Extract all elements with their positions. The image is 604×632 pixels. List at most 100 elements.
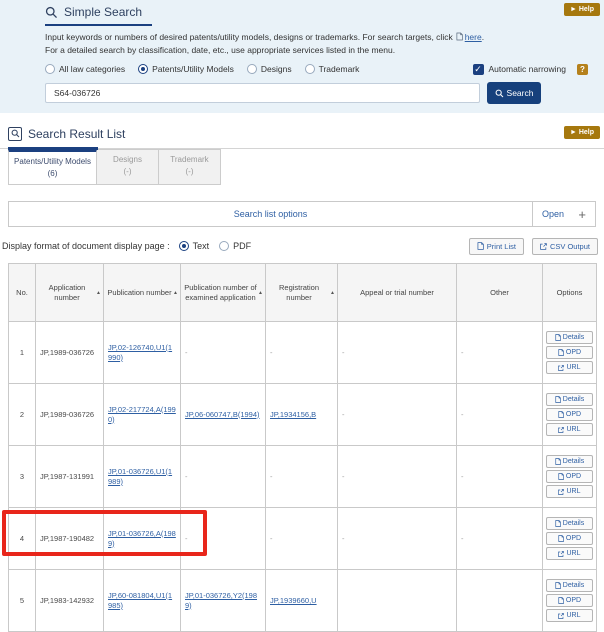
search-input[interactable] <box>45 83 480 103</box>
here-link[interactable]: here <box>465 32 482 42</box>
details-button[interactable]: Details <box>546 393 593 406</box>
cell-application-number: JP,1983-142932 <box>36 570 104 632</box>
cell-other: - <box>457 384 543 446</box>
plus-icon: + <box>578 208 586 221</box>
opd-button[interactable]: OPD <box>546 346 593 359</box>
cell-appeal-or-trial-number: - <box>338 384 457 446</box>
cell-options: Details OPD URL <box>543 322 597 384</box>
cell-publication-number: JP,02-126740,U1(1990) <box>104 322 181 384</box>
sort-icon[interactable]: ▲ <box>258 288 263 298</box>
external-link-icon <box>558 551 564 557</box>
header-other: Other <box>457 264 543 322</box>
export-icon <box>540 243 547 250</box>
header-registration-number: Registration number▲ <box>266 264 338 322</box>
radio-patents-utility-models[interactable]: Patents/Utility Models <box>138 64 234 74</box>
radio-circle-icon-selected <box>179 241 189 251</box>
registration-number-link[interactable]: JP,1939660,U <box>270 596 317 605</box>
title-underline <box>8 147 98 150</box>
simple-search-title-text: Simple Search <box>64 5 142 19</box>
document-icon <box>555 582 561 589</box>
result-table: No. Application number▲ Publication numb… <box>8 263 597 632</box>
sort-icon[interactable]: ▲ <box>173 288 178 298</box>
cell-no: 4 <box>9 508 36 570</box>
tab-designs[interactable]: Designs (-) <box>97 149 159 185</box>
header-appeal-or-trial-number: Appeal or trial number <box>338 264 457 322</box>
details-button[interactable]: Details <box>546 517 593 530</box>
tab-patents-utility-models[interactable]: Patents/Utility Models (6) <box>8 149 97 185</box>
radio-trademark[interactable]: Trademark <box>305 64 360 74</box>
opd-button[interactable]: OPD <box>546 408 593 421</box>
radio-designs[interactable]: Designs <box>247 64 292 74</box>
opd-button[interactable]: OPD <box>546 532 593 545</box>
radio-format-text[interactable]: Text <box>179 241 210 251</box>
url-button[interactable]: URL <box>546 485 593 498</box>
display-format-row: Display format of document display page … <box>2 237 602 255</box>
print-list-button[interactable]: Print List <box>469 238 524 255</box>
document-icon <box>555 396 561 403</box>
document-icon <box>558 535 564 542</box>
sort-icon[interactable]: ▲ <box>330 288 335 298</box>
cell-options: Details OPD URL <box>543 570 597 632</box>
header-publication-number-examined: Publication number of examined applicati… <box>181 264 266 322</box>
table-row: 3 JP,1987-131991 JP,01-036726,U1(1989) -… <box>9 446 597 508</box>
examined-publication-link[interactable]: JP,01-036726,Y2(1989) <box>185 591 257 610</box>
simple-search-help-button[interactable]: ► Help <box>564 3 600 16</box>
url-button[interactable]: URL <box>546 547 593 560</box>
radio-circle-icon <box>219 241 229 251</box>
radio-all-law-categories[interactable]: All law categories <box>45 64 125 74</box>
external-link-icon <box>558 427 564 433</box>
publication-number-link[interactable]: JP,60-081804,U1(1985) <box>108 591 172 610</box>
opd-button[interactable]: OPD <box>546 594 593 607</box>
cell-publication-number: JP,02-217724,A(1990) <box>104 384 181 446</box>
details-button[interactable]: Details <box>546 331 593 344</box>
cell-publication-number-examined: - <box>181 322 266 384</box>
csv-output-button[interactable]: CSV Output <box>532 238 598 255</box>
publication-number-link[interactable]: JP,01-036726,A(1989) <box>108 529 176 548</box>
url-button[interactable]: URL <box>546 361 593 374</box>
header-options: Options <box>543 264 597 322</box>
options-bar-open-control[interactable]: Open + <box>532 202 595 226</box>
cell-publication-number: JP,01-036726,U1(1989) <box>104 446 181 508</box>
opd-button[interactable]: OPD <box>546 470 593 483</box>
details-button[interactable]: Details <box>546 579 593 592</box>
print-icon <box>477 242 484 250</box>
examined-publication-link[interactable]: JP,06-060747,B(1994) <box>185 410 260 419</box>
document-icon <box>456 32 463 41</box>
cell-other <box>457 570 543 632</box>
publication-number-link[interactable]: JP,02-126740,U1(1990) <box>108 343 172 362</box>
question-help-badge[interactable]: ? <box>577 64 588 75</box>
radio-circle-icon <box>45 64 55 74</box>
url-button[interactable]: URL <box>546 609 593 622</box>
registration-number-link[interactable]: JP,1934156,B <box>270 410 316 419</box>
result-list-title: Search Result List <box>8 127 125 141</box>
publication-number-link[interactable]: JP,01-036726,U1(1989) <box>108 467 172 486</box>
cell-no: 5 <box>9 570 36 632</box>
cell-appeal-or-trial-number: - <box>338 446 457 508</box>
cell-publication-number-examined: - <box>181 446 266 508</box>
publication-number-link[interactable]: JP,02-217724,A(1990) <box>108 405 176 424</box>
result-list-title-text: Search Result List <box>28 127 125 141</box>
search-list-options-bar[interactable]: Search list options Open + <box>8 201 596 227</box>
radio-circle-icon <box>247 64 257 74</box>
table-row: 1 JP,1989-036726 JP,02-126740,U1(1990) -… <box>9 322 597 384</box>
external-link-icon <box>558 365 564 371</box>
url-button[interactable]: URL <box>546 423 593 436</box>
document-icon <box>555 458 561 465</box>
instruction-line-2: For a detailed search by classification,… <box>45 44 596 57</box>
cell-publication-number-examined: - <box>181 508 266 570</box>
radio-circle-icon-selected <box>138 64 148 74</box>
details-button[interactable]: Details <box>546 455 593 468</box>
tab-trademark[interactable]: Trademark (-) <box>159 149 221 185</box>
result-list-help-button[interactable]: ► Help <box>564 126 600 139</box>
cell-registration-number: - <box>266 508 338 570</box>
radio-format-pdf[interactable]: PDF <box>219 241 251 251</box>
law-category-row: All law categories Patents/Utility Model… <box>45 63 596 75</box>
cell-options: Details OPD URL <box>543 446 597 508</box>
header-no: No. <box>9 264 36 322</box>
sort-icon[interactable]: ▲ <box>96 288 101 298</box>
search-button[interactable]: Search <box>487 82 541 104</box>
cell-application-number: JP,1989-036726 <box>36 384 104 446</box>
cell-no: 1 <box>9 322 36 384</box>
search-icon <box>495 89 504 98</box>
automatic-narrowing-checkbox[interactable] <box>473 64 484 75</box>
